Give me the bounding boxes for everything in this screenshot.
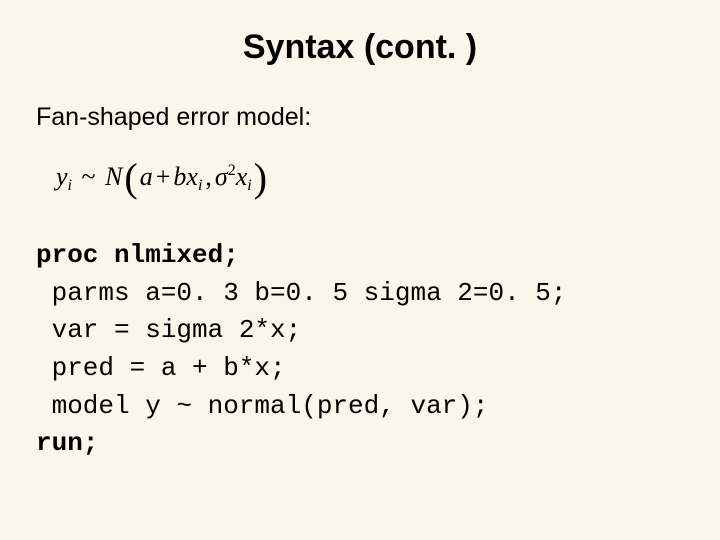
formula-y: y bbox=[56, 162, 68, 191]
model-formula: yi ~ N(a+bxi,σ2xi) bbox=[56, 154, 684, 201]
formula-a: a bbox=[140, 162, 153, 191]
formula-plus: + bbox=[153, 162, 174, 191]
slide: Syntax (cont. ) Fan-shaped error model: … bbox=[0, 0, 720, 540]
formula-sigma: σ bbox=[215, 162, 228, 191]
code-line-2: parms a=0. 3 b=0. 5 sigma 2=0. 5; bbox=[36, 278, 567, 308]
slide-title: Syntax (cont. ) bbox=[36, 28, 684, 67]
formula-N: N bbox=[105, 162, 122, 191]
formula-b: b bbox=[173, 162, 186, 191]
code-line-4: pred = a + b*x; bbox=[36, 353, 286, 383]
formula-tilde: ~ bbox=[79, 162, 99, 191]
formula-rparen: ) bbox=[252, 155, 269, 200]
formula-x1: x bbox=[186, 162, 198, 191]
formula-x2: x bbox=[236, 162, 248, 191]
formula-sigma-sup: 2 bbox=[228, 162, 236, 179]
model-description: Fan-shaped error model: bbox=[36, 103, 684, 132]
formula-lparen: ( bbox=[122, 155, 139, 200]
code-line-3: var = sigma 2*x; bbox=[36, 315, 301, 345]
formula-comma: , bbox=[202, 162, 215, 191]
formula-y-sub: i bbox=[68, 177, 72, 194]
code-block: proc nlmixed; parms a=0. 3 b=0. 5 sigma … bbox=[36, 237, 684, 463]
code-line-1: proc nlmixed; bbox=[36, 240, 239, 270]
code-line-5: model y ~ normal(pred, var); bbox=[36, 391, 488, 421]
code-line-6: run; bbox=[36, 428, 98, 458]
